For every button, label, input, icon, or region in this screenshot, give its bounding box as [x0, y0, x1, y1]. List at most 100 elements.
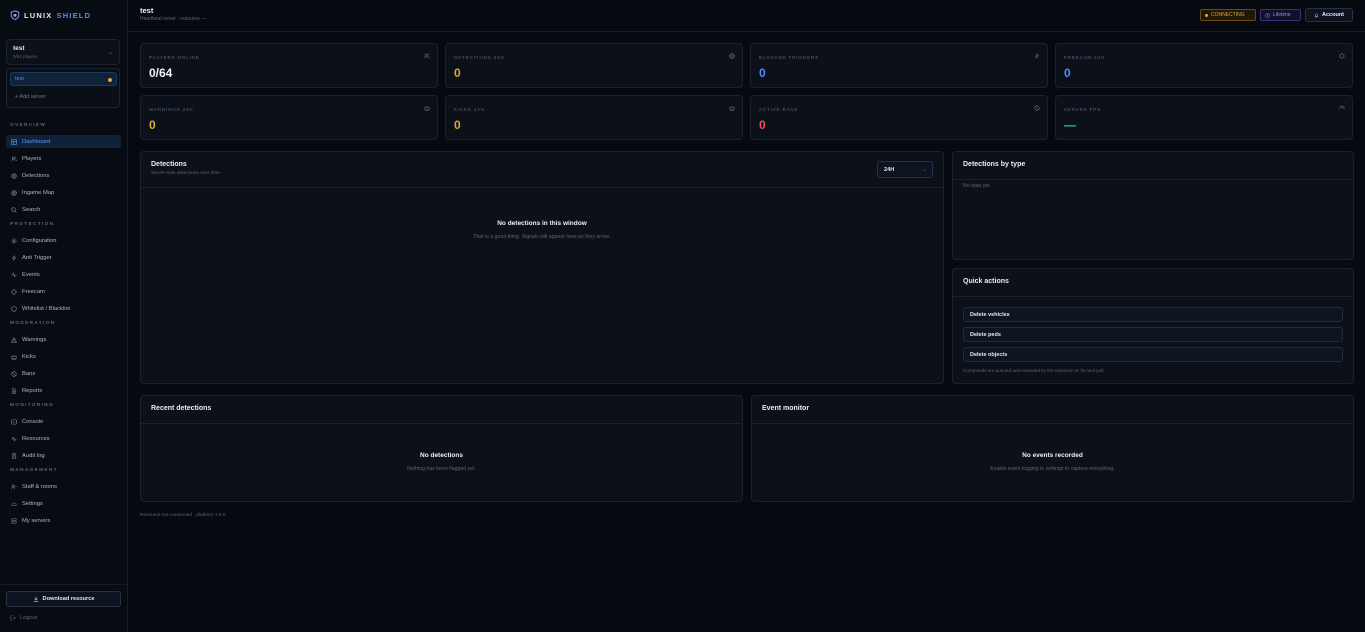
stat-card-warnings-24h: WARNINGS 24H 0 — [140, 95, 438, 140]
nav-section-moderation: MODERATION — [10, 321, 56, 326]
crosshair-icon — [11, 288, 17, 295]
stat-card-kicks-24h: KICKS 24H 0 — [445, 95, 743, 140]
crown-icon — [729, 105, 735, 111]
panel-divider — [953, 179, 1353, 180]
logout-label: Logout — [20, 615, 38, 621]
sidebar-item-ingame-map[interactable]: Ingame Map — [6, 186, 121, 199]
plan-label: Lifetime — [1273, 12, 1291, 18]
search-icon — [11, 206, 17, 213]
footer-status: Resource not connected · platform 1.0.0 — [140, 513, 226, 518]
add-server-button[interactable]: + Add server — [15, 94, 46, 100]
delete-peds-button[interactable]: Delete peds — [963, 327, 1343, 342]
stat-label: ACTIVE BANS — [759, 107, 799, 112]
sidebar-item-label: Players — [22, 155, 42, 162]
page-title: test — [140, 6, 154, 15]
gear-icon — [11, 238, 17, 243]
detections-panel-subtitle: Server-side detections over time — [151, 171, 220, 176]
bolt-icon — [1034, 53, 1040, 59]
stat-value: 0 — [454, 66, 461, 80]
brand-name: LUNIX — [24, 10, 53, 20]
sidebar-item-console[interactable]: Console — [6, 415, 121, 428]
sidebar-item-kicks[interactable]: Kicks — [6, 350, 121, 363]
servers-icon — [11, 518, 17, 523]
sidebar-item-anti-trigger[interactable]: Anti Trigger — [6, 251, 121, 264]
event-monitor-empty-title: No events recorded — [1022, 452, 1083, 459]
server-name: test — [13, 45, 25, 52]
pulse-icon — [11, 435, 17, 442]
sidebar-item-staff-and-rooms[interactable]: Staff & rooms — [6, 480, 121, 493]
detections-empty-title: No detections in this window — [497, 220, 587, 227]
server-player-count: 0/64 players — [13, 54, 38, 59]
sidebar-item-label: Freecam — [22, 288, 45, 295]
stat-value: — — [1064, 118, 1076, 132]
detections-by-type-empty: No data yet. — [963, 183, 991, 189]
sidebar-item-freecam[interactable]: Freecam — [6, 285, 121, 298]
sidebar-item-events[interactable]: Events — [6, 268, 121, 281]
server-status-dot — [108, 78, 112, 82]
sidebar-item-label: Audit log — [22, 452, 45, 459]
account-label: Account — [1322, 12, 1344, 18]
delete-objects-button[interactable]: Delete objects — [963, 347, 1343, 362]
stat-value: 0 — [149, 118, 156, 132]
sidebar-item-label: Search — [22, 206, 41, 213]
stat-value: 0 — [454, 118, 461, 132]
audit-icon — [11, 452, 17, 459]
account-button[interactable]: Account — [1305, 8, 1353, 22]
brand-logo[interactable]: LUNIX SHIELD — [10, 10, 91, 20]
panel-divider — [141, 423, 742, 424]
console-icon — [11, 419, 17, 424]
stat-label: FREECAM 24H — [1064, 55, 1105, 60]
sidebar-divider — [0, 584, 127, 585]
sidebar-item-label: Dashboard — [22, 138, 51, 145]
status-dot — [1205, 13, 1208, 17]
delete-vehicles-button[interactable]: Delete vehicles — [963, 307, 1343, 322]
sidebar-item-audit-log[interactable]: Audit log — [6, 449, 121, 462]
sidebar-item-label: Kicks — [22, 353, 36, 360]
logout-icon — [10, 615, 16, 621]
sidebar-item-search[interactable]: Search — [6, 203, 121, 216]
recent-detections-panel: Recent detections No detections Nothing … — [140, 395, 743, 502]
sidebar-item-my-servers[interactable]: My servers — [6, 514, 121, 527]
stat-label: SERVER FPS — [1064, 107, 1102, 112]
brand-name-accent: SHIELD — [56, 10, 92, 20]
server-list-item[interactable]: test — [10, 72, 117, 86]
users-icon — [11, 156, 17, 161]
logout-button[interactable]: Logout — [10, 615, 37, 621]
sidebar-item-whitelist-blacklist[interactable]: Whitelist / Blacklist — [6, 302, 121, 315]
target-icon — [729, 53, 735, 59]
heartbeat-status: Heartbeat never · resource — — [140, 16, 207, 22]
sidebar-item-label: Ingame Map — [22, 189, 55, 196]
detections-by-type-panel: Detections by type No data yet. — [952, 151, 1354, 260]
sidebar-item-resources[interactable]: Resources — [6, 432, 121, 445]
bell-icon — [1314, 13, 1319, 17]
shield-logo-icon — [10, 10, 20, 20]
sidebar-item-label: Detections — [22, 172, 50, 179]
sidebar-item-dashboard[interactable]: Dashboard — [6, 135, 121, 148]
sidebar-item-configuration[interactable]: Configuration — [6, 234, 121, 247]
recent-detections-empty-subtitle: Nothing has been flagged yet. — [407, 466, 476, 472]
sidebar-item-warnings[interactable]: Warnings — [6, 333, 121, 346]
sidebar-item-players[interactable]: Players — [6, 152, 121, 165]
sidebar-item-label: Warnings — [22, 336, 47, 343]
download-resource-button[interactable]: Download resource — [6, 591, 121, 607]
detections-empty-subtitle: That is a good thing. Signals will appea… — [473, 234, 611, 240]
stat-card-players-online: PLAYERS ONLINE 0/64 — [140, 43, 438, 88]
sidebar-item-label: Events — [22, 271, 40, 278]
stat-label: DETECTIONS 24H — [454, 55, 505, 60]
sidebar-item-reports[interactable]: Reports — [6, 384, 121, 397]
sidebar-item-label: Whitelist / Blacklist — [22, 305, 70, 312]
time-range-select[interactable]: 24H ⌄ — [877, 161, 933, 178]
sidebar-item-label: Resources — [22, 435, 50, 442]
sidebar-item-bans[interactable]: Bans — [6, 367, 121, 380]
clock-icon — [1265, 12, 1270, 18]
sidebar-item-detections[interactable]: Detections — [6, 169, 121, 182]
recent-detections-title: Recent detections — [151, 405, 212, 412]
quick-actions-title: Quick actions — [963, 278, 1009, 285]
server-selector[interactable]: test 0/64 players ⌄ — [6, 39, 120, 65]
recent-detections-empty-title: No detections — [420, 452, 463, 459]
top-header: test Heartbeat never · resource — CONNEC… — [128, 0, 1365, 32]
cloud-icon — [11, 502, 17, 506]
sidebar-item-settings[interactable]: Settings — [6, 497, 121, 510]
stat-card-detections-24h: DETECTIONS 24H 0 — [445, 43, 743, 88]
quick-actions-note: Commands are queued and executed by the … — [963, 368, 1105, 373]
